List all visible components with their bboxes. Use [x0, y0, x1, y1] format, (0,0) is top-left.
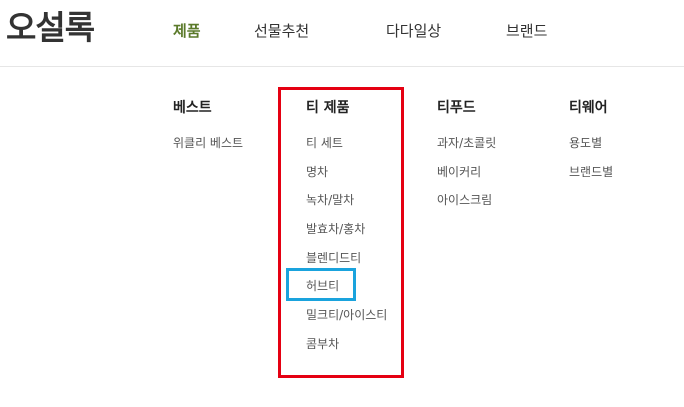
- red-highlight-box: [278, 87, 404, 378]
- menu-column-teaware: 티웨어 용도별 브랜드별: [569, 100, 613, 193]
- menu-item-snacks-chocolate[interactable]: 과자/초콜릿: [437, 136, 496, 150]
- menu-item-weekly-best[interactable]: 위클리 베스트: [173, 136, 243, 150]
- site-header: 오설록 제품 선물추천 다다일상 브랜드: [0, 0, 684, 67]
- nav-item-products[interactable]: 제품: [173, 22, 201, 40]
- menu-heading-teaware[interactable]: 티웨어: [569, 100, 613, 116]
- site-logo[interactable]: 오설록: [6, 8, 95, 48]
- menu-item-ice-cream[interactable]: 아이스크림: [437, 193, 496, 207]
- menu-heading-best[interactable]: 베스트: [173, 100, 243, 116]
- blue-highlight-box: [286, 268, 356, 301]
- menu-heading-tea-food[interactable]: 티푸드: [437, 100, 496, 116]
- menu-column-best: 베스트 위클리 베스트: [173, 100, 243, 165]
- nav-item-dada-daily[interactable]: 다다일상: [386, 22, 441, 40]
- nav-item-gift-recommendation[interactable]: 선물추천: [254, 22, 309, 40]
- nav-item-brand[interactable]: 브랜드: [506, 22, 547, 40]
- menu-item-bakery[interactable]: 베이커리: [437, 165, 496, 179]
- menu-item-by-purpose[interactable]: 용도별: [569, 136, 613, 150]
- menu-item-by-brand[interactable]: 브랜드별: [569, 165, 613, 179]
- menu-column-tea-food: 티푸드 과자/초콜릿 베이커리 아이스크림: [437, 100, 496, 222]
